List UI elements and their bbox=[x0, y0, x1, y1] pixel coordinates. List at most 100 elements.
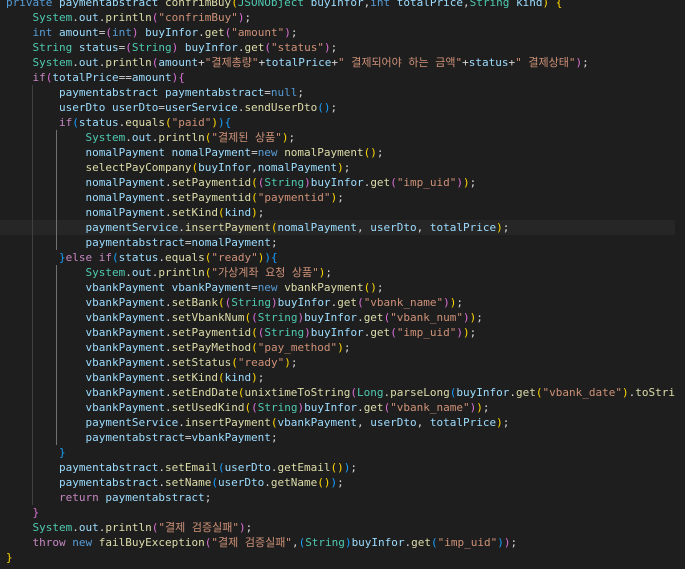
code-token: () bbox=[363, 146, 377, 159]
code-token: . bbox=[357, 401, 364, 414]
code-token: setEmail bbox=[164, 461, 218, 474]
code-line[interactable]: vbankPayment.setStatus("ready"); bbox=[0, 355, 685, 370]
code-token: "결제 검증실패" bbox=[211, 536, 292, 549]
code-token: , bbox=[357, 416, 371, 429]
code-line[interactable]: System.out.println("confrimBuy"); bbox=[0, 10, 685, 25]
code-token: ( bbox=[231, 356, 238, 369]
code-line[interactable]: paymentService.insertPayment(nomalPaymen… bbox=[0, 220, 685, 235]
code-line[interactable]: } bbox=[0, 445, 685, 460]
code-token: ( bbox=[357, 296, 364, 309]
code-token: ; bbox=[330, 41, 338, 54]
code-token: ( bbox=[125, 41, 132, 54]
indent-guide bbox=[31, 490, 33, 505]
code-token: , bbox=[251, 161, 258, 174]
indent-guide bbox=[56, 325, 57, 340]
code-line[interactable]: paymentabstract=vbankPayment; bbox=[0, 430, 685, 445]
code-line[interactable]: vbankPayment.setEndDate (unixtimeToString… bbox=[0, 385, 685, 400]
code-line[interactable]: paymentService.insertPayment(vbankPaymen… bbox=[0, 415, 685, 430]
code-line[interactable]: nomalPayment.setKind(kind); bbox=[0, 205, 685, 220]
code-token: () bbox=[330, 461, 344, 474]
code-line[interactable]: }else if(status.equals("ready")){ bbox=[0, 250, 685, 265]
code-token: . bbox=[164, 326, 172, 339]
code-line[interactable]: vbankPayment.setPaymentid((String)buyInf… bbox=[0, 325, 685, 340]
code-line[interactable]: System.out.println("결제 검증실패"); bbox=[0, 520, 685, 535]
code-line[interactable]: userDto userDto=userService.sendUserDto(… bbox=[0, 100, 685, 115]
code-token: ; bbox=[297, 86, 305, 99]
indent-guide bbox=[56, 400, 57, 415]
code-line[interactable]: selectPayCompany(buyInfor,nomalPayment); bbox=[0, 160, 685, 175]
code-line[interactable]: vbankPayment.setKind(kind); bbox=[0, 370, 685, 385]
code-editor[interactable]: private paymentabstract confrimBuy(JSONO… bbox=[0, 0, 685, 569]
code-token: nomalPayment bbox=[257, 161, 338, 174]
code-line[interactable]: paymentabstract=nomalPayment; bbox=[0, 235, 685, 250]
code-area[interactable]: private paymentabstract confrimBuy(JSONO… bbox=[0, 0, 685, 565]
code-token: new bbox=[257, 146, 285, 159]
code-line[interactable]: int amount=(int) buyInfor.get("amount"); bbox=[0, 25, 685, 40]
code-line[interactable]: vbankPayment.setVbankNum((String)buyInfo… bbox=[0, 310, 685, 325]
code-line[interactable]: nomalPayment.setPaymentid("paymentid"); bbox=[0, 190, 685, 205]
code-token: ) bbox=[264, 251, 271, 264]
code-token: get bbox=[363, 401, 384, 414]
code-token: setBank bbox=[171, 296, 218, 309]
code-token: . bbox=[158, 476, 165, 489]
code-token: . bbox=[164, 356, 172, 369]
code-token: buyInfor bbox=[184, 41, 238, 54]
indent-guide bbox=[56, 175, 57, 190]
code-token: ( bbox=[217, 371, 225, 384]
code-token: vbankPayment bbox=[85, 386, 165, 399]
code-line[interactable]: private paymentabstract confrimBuy(JSONO… bbox=[0, 0, 685, 10]
code-token: . bbox=[72, 11, 79, 24]
code-token: ) bbox=[337, 161, 344, 174]
code-line[interactable]: vbankPayment.setBank((String)buyInfor.ge… bbox=[0, 295, 685, 310]
code-token: nomalPayment bbox=[171, 146, 252, 159]
code-token: userDto bbox=[370, 416, 417, 429]
code-line[interactable]: if(status.equals("paid")){ bbox=[0, 115, 685, 130]
code-line[interactable]: throw new failBuyException("결제 검증실패",(St… bbox=[0, 535, 685, 550]
code-token: ) bbox=[496, 221, 503, 234]
code-token: ( bbox=[164, 116, 172, 129]
indent-guide bbox=[31, 355, 33, 370]
code-token: amount bbox=[131, 71, 172, 84]
code-line[interactable]: nomalPayment nomalPayment=new nomalPayme… bbox=[0, 145, 685, 160]
code-line[interactable]: paymentabstract paymentabstract=null; bbox=[0, 85, 685, 100]
code-line[interactable]: paymentabstract.setEmail(userDto.getEmai… bbox=[0, 460, 685, 475]
indent-guide bbox=[31, 160, 33, 175]
code-token: setPayMethod bbox=[171, 341, 252, 354]
code-line[interactable]: vbankPayment vbankPayment=new vbankPayme… bbox=[0, 280, 685, 295]
code-line[interactable]: vbankPayment.setPayMethod("pay_method"); bbox=[0, 340, 685, 355]
code-line[interactable]: System.out.println("가상계좌 요청 상품"); bbox=[0, 265, 685, 280]
code-token: ) bbox=[323, 41, 331, 54]
code-token: . bbox=[72, 56, 79, 69]
code-line[interactable]: if(totalPrice==amount){ bbox=[0, 70, 685, 85]
code-token: { bbox=[270, 251, 278, 264]
code-token: ( bbox=[251, 191, 258, 204]
code-token: System bbox=[32, 521, 73, 534]
code-token: ( bbox=[217, 461, 225, 474]
code-token: " 결제상태" bbox=[515, 56, 576, 69]
code-token: "status" bbox=[270, 41, 324, 54]
code-line[interactable]: } bbox=[0, 505, 685, 520]
code-token: ) bbox=[251, 206, 258, 219]
code-line[interactable]: paymentabstract.setName(userDto.getName(… bbox=[0, 475, 685, 490]
code-token: JSONObject bbox=[237, 0, 311, 9]
code-token: if bbox=[32, 71, 46, 84]
vertical-scrollbar[interactable] bbox=[675, 0, 685, 569]
code-line[interactable]: System.out.println("결제된 상품"); bbox=[0, 130, 685, 145]
code-line[interactable]: } bbox=[0, 550, 685, 565]
code-line[interactable]: vbankPayment.setUsedKind((String)buyInfo… bbox=[0, 400, 685, 415]
code-token: ( bbox=[251, 341, 258, 354]
code-line[interactable]: System.out.println(amount+"결제총량"+totalPr… bbox=[0, 55, 685, 70]
code-token: null bbox=[270, 86, 298, 99]
code-token: "pay_method" bbox=[257, 341, 338, 354]
code-token: get bbox=[204, 26, 225, 39]
code-line[interactable]: String status=(String) buyInfor.get("sta… bbox=[0, 40, 685, 55]
code-token: ; bbox=[469, 176, 477, 189]
code-token: String bbox=[264, 176, 305, 189]
code-token: Long bbox=[357, 386, 384, 399]
code-line[interactable]: return paymentabstract; bbox=[0, 490, 685, 505]
code-line[interactable]: nomalPayment.setPaymentid((String)buyInf… bbox=[0, 175, 685, 190]
